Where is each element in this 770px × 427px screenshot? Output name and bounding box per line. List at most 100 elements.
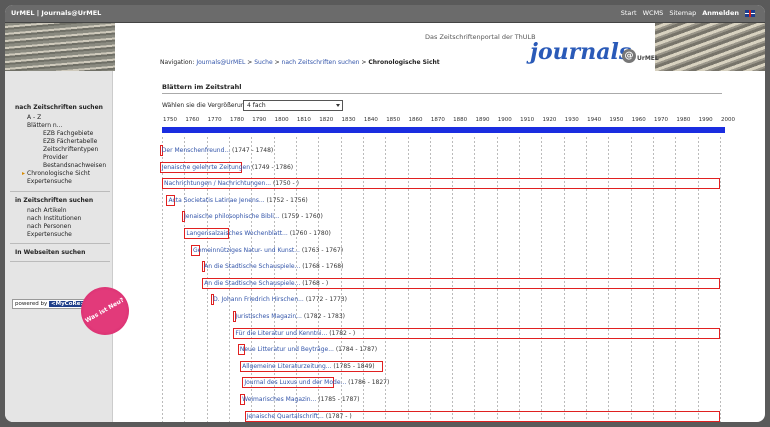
top-bar: UrMEL | Journals@UrMEL Start WCMS Sitema… (5, 5, 765, 23)
breadcrumb-separator: > (361, 59, 367, 66)
journal-title-link[interactable]: Nachrichtungen / Nachrichtungen... (164, 180, 273, 187)
zoom-select-value: 4 fach (247, 102, 266, 109)
journal-label: An die Stadtische Schauspiele... (1768 -… (204, 261, 343, 272)
sidebar-item-journal-types[interactable]: Zeitschriftentypen (43, 146, 98, 153)
nav-start[interactable]: Start (621, 9, 637, 17)
sidebar-item-a-z[interactable]: A - Z (27, 114, 41, 121)
axis-tick-label: 1750 (163, 117, 177, 123)
axis-tick-label: 1980 (676, 117, 691, 123)
journal-title-link[interactable]: Juristisches Magazin... (235, 313, 303, 320)
nav-wcms[interactable]: WCMS (643, 9, 664, 17)
sidebar-item-persons[interactable]: nach Personen (27, 223, 71, 230)
journal-label: D. Johann Friedrich Hirschen... (1772 - … (213, 294, 347, 305)
journal-label: Der Menschenfreund... (1747 - 1748) (162, 145, 273, 156)
nav-sitemap[interactable]: Sitemap (669, 9, 696, 17)
journal-label: Nachrichtungen / Nachrichtungen... (1750… (164, 178, 299, 189)
breadcrumb-home[interactable]: Journals@UrMEL (196, 59, 245, 66)
journal-date-range: (1747 - 1748) (232, 147, 274, 154)
journal-title-link[interactable]: An die Stadtische Schauspiele... (204, 280, 302, 287)
title-divider (162, 93, 722, 94)
journal-title-link[interactable]: Der Menschenfreund... (162, 147, 232, 154)
axis-tick-label: 1960 (631, 117, 646, 123)
axis-tick-label: 1800 (274, 117, 289, 123)
journal-title-link[interactable]: Jenaische gelehrte Zeitungen (162, 164, 252, 171)
logo-at-icon: @ (622, 49, 636, 63)
journal-label: Gemeinnütziges Natur- und Kunst... (1763… (193, 245, 343, 256)
sidebar-divider (10, 261, 110, 262)
journal-title-link[interactable]: Journal des Luxus und der Mode... (244, 379, 348, 386)
journal-title-link[interactable]: Langensalzaisches Wochenblatt... (186, 230, 289, 237)
journal-date-range: (1768 - ) (302, 279, 329, 287)
breadcrumb-journal-search[interactable]: nach Zeitschriften suchen (282, 59, 360, 66)
logo-brand: UrMEL (637, 55, 659, 62)
journal-title-link[interactable]: Weimarisches Magazin... (242, 396, 318, 403)
powered-by-label: powered by (15, 301, 48, 307)
journal-date-range: (1749 - 1786) (251, 163, 294, 171)
axis-tick-label: 1780 (229, 117, 244, 123)
sidebar-section-in-journals[interactable]: in Zeitschriften suchen (15, 197, 93, 204)
sidebar: nach Zeitschriften suchen A - Z Blättern… (5, 71, 113, 422)
journal-date-range: (1782 - ) (329, 329, 356, 337)
journals-logo[interactable]: journals (530, 39, 631, 65)
page-title: Blättern im Zeitstrahl (162, 83, 242, 91)
sidebar-divider (10, 243, 110, 244)
journal-label: An die Stadtische Schauspiele... (1768 -… (204, 278, 328, 289)
journal-title-link[interactable]: Gemeinnütziges Natur- und Kunst... (193, 247, 302, 254)
journal-title-link[interactable]: Für die Literatur und Kenntni... (235, 330, 329, 337)
timeline-gridline (720, 137, 721, 422)
axis-tick-label: 1950 (609, 117, 624, 123)
breadcrumb-search[interactable]: Suche (254, 59, 272, 66)
axis-tick-label: 1990 (698, 117, 713, 123)
journal-date-range: (1768 - 1768) (302, 263, 344, 271)
sidebar-item-browse[interactable]: Blättern n... (27, 122, 62, 129)
journal-date-range: (1752 - 1756) (266, 196, 308, 204)
journal-title-link[interactable]: D. Johann Friedrich Hirschen... (213, 296, 306, 303)
journal-label: Juristisches Magazin... (1782 - 1783) (235, 311, 345, 322)
axis-tick-label: 2000 (721, 117, 735, 123)
journal-title-link[interactable]: Neue Litteratur und Beyträge... (240, 346, 336, 353)
journal-date-range: (1759 - 1760) (281, 213, 323, 221)
axis-tick-label: 1920 (542, 117, 557, 123)
paper-stack-image (5, 23, 115, 71)
sidebar-item-ezb-subjects[interactable]: EZB Fachgebiete (43, 130, 93, 137)
paper-stack-image-right (655, 23, 765, 71)
sidebar-item-expert-search-2[interactable]: Expertensuche (27, 231, 72, 238)
sidebar-item-ezb-table[interactable]: EZB Fächertabelle (43, 138, 97, 145)
site-title[interactable]: UrMEL | Journals@UrMEL (11, 9, 101, 17)
sidebar-section-web[interactable]: In Webseiten suchen (15, 249, 85, 256)
sidebar-item-holdings[interactable]: Bestandsnachweisen (43, 162, 106, 169)
journal-label: Neue Litteratur und Beyträge... (1784 - … (240, 344, 377, 355)
journal-date-range: (1787 - ) (325, 412, 352, 420)
journal-title-link[interactable]: Jenaische Quartalschrift... (247, 413, 326, 420)
sidebar-item-articles[interactable]: nach Artikeln (27, 207, 67, 214)
sidebar-section-journals[interactable]: nach Zeitschriften suchen (15, 104, 103, 111)
english-flag-icon[interactable] (745, 10, 755, 17)
journal-title-link[interactable]: An die Stadtische Schauspiele... (204, 263, 302, 270)
journal-title-link[interactable]: Acta Societatis Latinae Jenens... (168, 197, 266, 204)
journal-date-range: (1760 - 1780) (289, 230, 331, 237)
sidebar-item-chronological[interactable]: Chronologische Sicht (27, 170, 90, 177)
zoom-select[interactable]: 4 fach (243, 100, 343, 111)
journal-title-link[interactable]: Allgemeine Literaturzeitung... (242, 363, 333, 370)
axis-tick-label: 1900 (497, 117, 512, 123)
sidebar-item-provider[interactable]: Provider (43, 154, 68, 161)
journal-label: Journal des Luxus und der Mode... (1786 … (244, 377, 389, 388)
portal-subtitle: Das Zeitschriftenportal der ThULB (425, 33, 536, 41)
breadcrumb: Navigation: Journals@UrMEL > Suche > nac… (160, 59, 440, 66)
journal-label: Langensalzaisches Wochenblatt... (1760 -… (186, 228, 331, 239)
axis-tick-label: 1760 (185, 117, 200, 123)
journal-date-range: (1750 - ) (273, 180, 299, 188)
journal-title-link[interactable]: Jenaische philosophische Bibli... (184, 213, 282, 220)
journal-date-range: (1782 - 1783) (303, 313, 346, 320)
axis-tick-label: 1890 (475, 117, 490, 123)
nav-login[interactable]: Anmelden (702, 9, 739, 17)
journal-label: Allgemeine Literaturzeitung... (1785 - 1… (242, 361, 374, 372)
axis-tick-label: 1940 (587, 117, 602, 123)
journal-date-range: (1772 - 1773) (305, 296, 347, 304)
sidebar-item-institutions[interactable]: nach Institutionen (27, 215, 81, 222)
axis-tick-label: 1970 (654, 117, 669, 123)
axis-tick-label: 1880 (453, 117, 468, 123)
journal-label: Weimarisches Magazin... (1785 - 1787) (242, 394, 359, 405)
journal-label: Acta Societatis Latinae Jenens... (1752 … (168, 195, 307, 206)
sidebar-item-expert-search[interactable]: Expertensuche (27, 178, 72, 185)
